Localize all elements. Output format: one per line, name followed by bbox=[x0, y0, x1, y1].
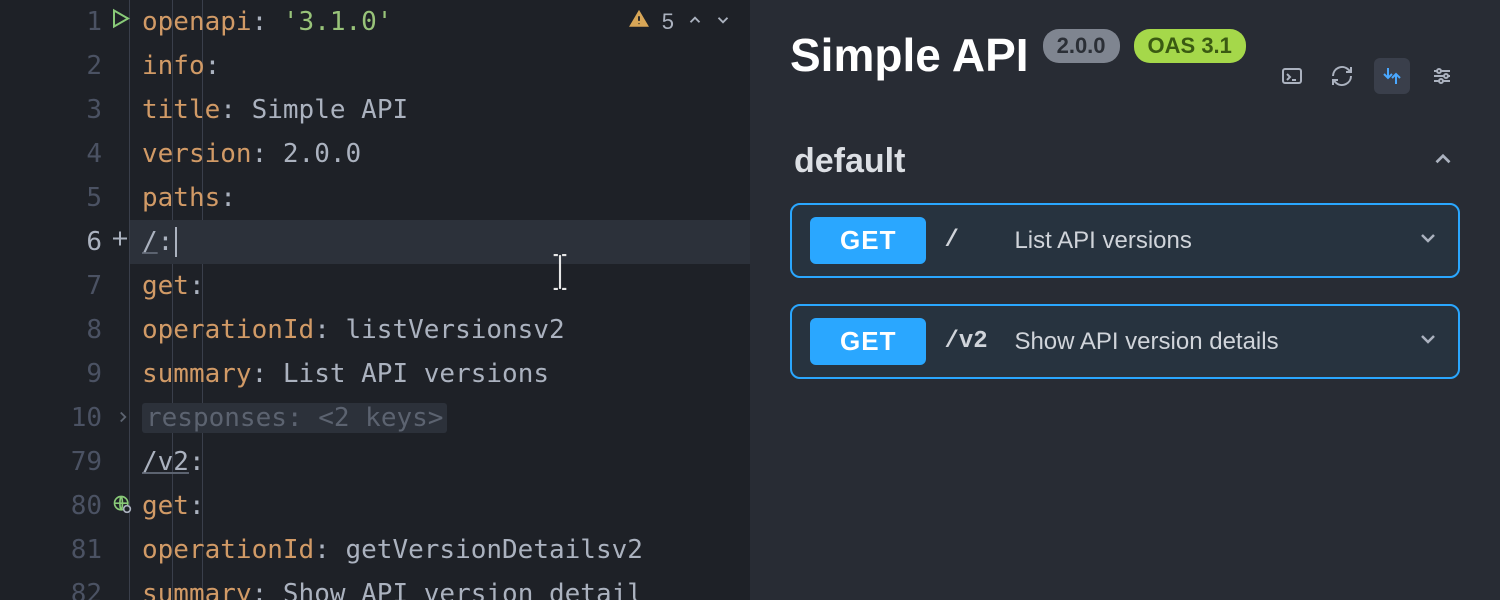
yaml-key: get bbox=[142, 271, 189, 301]
http-method-badge: GET bbox=[810, 318, 926, 365]
code-line[interactable]: operationId: listVersionsv2 bbox=[130, 308, 750, 352]
console-icon[interactable] bbox=[1274, 58, 1310, 94]
gutter-line: 79 bbox=[0, 440, 130, 484]
code-line[interactable]: version: 2.0.0 bbox=[130, 132, 750, 176]
yaml-key: summary bbox=[142, 579, 252, 600]
gutter-line: 9 bbox=[0, 352, 130, 396]
editor-gutter: 1 2 3 4 5 6 7 8 9 10 bbox=[0, 0, 130, 600]
yaml-path: /v2 bbox=[142, 447, 189, 477]
line-number: 5 bbox=[86, 183, 102, 213]
code-line[interactable]: title: Simple API bbox=[130, 88, 750, 132]
line-number: 4 bbox=[86, 139, 102, 169]
yaml-path: / bbox=[142, 227, 158, 257]
chevron-up-icon[interactable] bbox=[686, 9, 704, 35]
line-number: 80 bbox=[71, 491, 102, 521]
yaml-key: openapi bbox=[142, 7, 252, 37]
code-line[interactable]: summary: List API versions bbox=[130, 352, 750, 396]
settings-icon[interactable] bbox=[1424, 58, 1460, 94]
endpoint-row[interactable]: GET /v2 Show API version details bbox=[790, 304, 1460, 379]
gutter-line: 10 bbox=[0, 396, 130, 440]
gutter-line: 1 bbox=[0, 0, 130, 44]
gutter-line: 8 bbox=[0, 308, 130, 352]
preview-toolbar bbox=[1274, 58, 1460, 94]
line-number: 7 bbox=[86, 271, 102, 301]
yaml-key: operationId bbox=[142, 535, 314, 565]
line-number: 3 bbox=[86, 95, 102, 125]
yaml-key: version bbox=[142, 139, 252, 169]
tag-title: default bbox=[794, 142, 905, 181]
code-line[interactable]: get: bbox=[130, 264, 750, 308]
yaml-value: List API versions bbox=[283, 359, 549, 389]
yaml-key: responses bbox=[146, 403, 287, 433]
yaml-key: operationId bbox=[142, 315, 314, 345]
gutter-line: 2 bbox=[0, 44, 130, 88]
chevron-down-icon[interactable] bbox=[1416, 226, 1440, 255]
chevron-down-icon[interactable] bbox=[714, 9, 732, 35]
code-line[interactable]: get: bbox=[130, 484, 750, 528]
http-method-badge: GET bbox=[810, 217, 926, 264]
tag-section: default GET / List API versions GET /v2 … bbox=[790, 142, 1460, 379]
line-number: 6 bbox=[86, 227, 102, 257]
line-number: 2 bbox=[86, 51, 102, 81]
endpoint-path: /v2 bbox=[944, 328, 996, 355]
plus-icon[interactable] bbox=[108, 227, 132, 258]
endpoint-summary: Show API version details bbox=[1014, 328, 1398, 356]
gutter-line: 5 bbox=[0, 176, 130, 220]
api-title: Simple API bbox=[790, 28, 1029, 82]
yaml-value: 2.0.0 bbox=[283, 139, 361, 169]
endpoint-row[interactable]: GET / List API versions bbox=[790, 203, 1460, 278]
yaml-key: paths bbox=[142, 183, 220, 213]
line-number: 82 bbox=[71, 579, 102, 600]
gutter-line: 80 bbox=[0, 484, 130, 528]
yaml-value: listVersionsv2 bbox=[346, 315, 565, 345]
version-badge: 2.0.0 bbox=[1043, 29, 1120, 63]
endpoint-summary: List API versions bbox=[1014, 227, 1398, 255]
line-number: 8 bbox=[86, 315, 102, 345]
code-line[interactable]: /: bbox=[130, 220, 750, 264]
code-line[interactable]: responses: <2 keys> bbox=[130, 396, 750, 440]
gutter-line: 7 bbox=[0, 264, 130, 308]
sync-icon[interactable] bbox=[1374, 58, 1410, 94]
oas-badge: OAS 3.1 bbox=[1134, 29, 1246, 63]
yaml-value: '3.1.0' bbox=[283, 7, 393, 37]
line-number: 10 bbox=[71, 403, 102, 433]
gutter-line: 82 bbox=[0, 572, 130, 600]
chevron-down-icon[interactable] bbox=[1416, 327, 1440, 356]
swagger-preview: Simple API 2.0.0 OAS 3.1 default bbox=[750, 0, 1500, 600]
gutter-line: 4 bbox=[0, 132, 130, 176]
gutter-line: 3 bbox=[0, 88, 130, 132]
code-line[interactable]: /v2: bbox=[130, 440, 750, 484]
globe-icon[interactable] bbox=[112, 491, 132, 521]
yaml-value: Show API version detail bbox=[283, 579, 643, 600]
code-line[interactable]: summary: Show API version detail bbox=[130, 572, 750, 600]
diagnostics-bar: 5 bbox=[628, 8, 732, 36]
line-number: 79 bbox=[71, 447, 102, 477]
gutter-line: 6 bbox=[0, 220, 130, 264]
yaml-key: info bbox=[142, 51, 205, 81]
tag-header[interactable]: default bbox=[790, 142, 1460, 203]
refresh-icon[interactable] bbox=[1324, 58, 1360, 94]
warning-count[interactable]: 5 bbox=[662, 9, 674, 35]
code-area[interactable]: openapi: '3.1.0' info: title: Simple API… bbox=[130, 0, 750, 600]
yaml-value: Simple API bbox=[252, 95, 409, 125]
chevron-up-icon[interactable] bbox=[1430, 146, 1456, 177]
warning-icon[interactable] bbox=[628, 8, 650, 36]
code-line[interactable]: paths: bbox=[130, 176, 750, 220]
line-number: 81 bbox=[71, 535, 102, 565]
line-number: 9 bbox=[86, 359, 102, 389]
fold-placeholder[interactable]: <2 keys> bbox=[318, 403, 443, 433]
yaml-value: getVersionDetailsv2 bbox=[346, 535, 643, 565]
gutter-line: 81 bbox=[0, 528, 130, 572]
line-number: 1 bbox=[86, 7, 102, 37]
text-cursor bbox=[175, 227, 177, 257]
yaml-key: get bbox=[142, 491, 189, 521]
endpoint-path: / bbox=[944, 227, 996, 254]
code-line[interactable]: operationId: getVersionDetailsv2 bbox=[130, 528, 750, 572]
yaml-key: title bbox=[142, 95, 220, 125]
code-line[interactable]: info: bbox=[130, 44, 750, 88]
code-editor[interactable]: 1 2 3 4 5 6 7 8 9 10 bbox=[0, 0, 750, 600]
run-icon[interactable] bbox=[108, 7, 132, 38]
yaml-key: summary bbox=[142, 359, 252, 389]
